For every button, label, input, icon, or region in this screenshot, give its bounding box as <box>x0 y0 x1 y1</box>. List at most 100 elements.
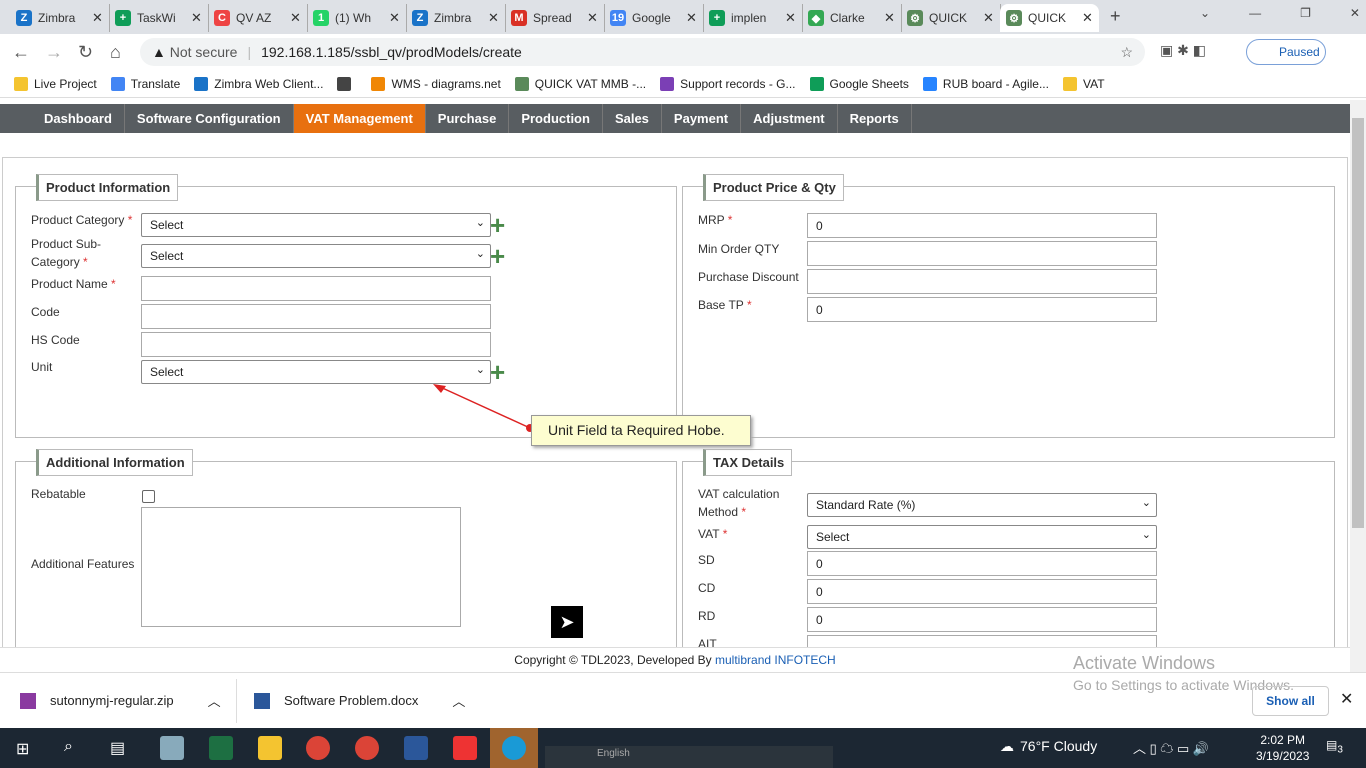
browser-tab[interactable]: ⚙ QUICK ✕ <box>1000 4 1099 32</box>
bookmark-item[interactable]: Live Project <box>14 76 97 91</box>
back-button[interactable]: ← <box>12 42 30 63</box>
menu-item[interactable]: Dashboard <box>32 104 125 133</box>
chevron-up-icon[interactable]: ︿ <box>452 691 465 710</box>
close-tab-icon[interactable]: ✕ <box>884 10 895 26</box>
bookmark-item[interactable]: RUB board - Agile... <box>922 76 1049 91</box>
bookmark-item[interactable]: Support records - G... <box>660 76 796 91</box>
browser-tab[interactable]: + TaskWi ✕ <box>109 4 209 32</box>
cd-input[interactable]: 0 <box>807 579 1157 604</box>
sd-input[interactable]: 0 <box>807 551 1157 576</box>
browser-tab[interactable]: Z Zimbra ✕ <box>406 4 506 32</box>
vat-method-select[interactable]: Standard Rate (%) ⌄ <box>807 493 1157 517</box>
home-button[interactable]: ⌂ <box>110 42 121 63</box>
bookmark-item[interactable]: Translate <box>110 76 180 91</box>
windows-start-icon[interactable]: ⊞ <box>16 739 29 759</box>
additional-features-textarea[interactable] <box>141 507 461 627</box>
close-tab-icon[interactable]: ✕ <box>488 10 499 26</box>
menu-item[interactable]: Reports <box>838 104 912 133</box>
browser-tab[interactable]: ⚙ QUICK ✕ <box>901 4 1001 32</box>
search-icon[interactable]: ⌕ <box>64 738 73 756</box>
close-tab-icon[interactable]: ✕ <box>1082 10 1093 26</box>
bookmark-item[interactable]: VAT <box>1062 76 1105 91</box>
base-tp-input[interactable]: 0 <box>807 297 1157 322</box>
profile-button[interactable]: Paused <box>1246 39 1326 65</box>
code-input[interactable] <box>141 304 491 329</box>
menu-item[interactable]: Adjustment <box>741 104 838 133</box>
close-tab-icon[interactable]: ✕ <box>191 10 202 26</box>
browser-tab[interactable]: M Spread ✕ <box>505 4 605 32</box>
notepad-icon[interactable] <box>160 736 184 760</box>
time: 2:02 PM <box>1260 733 1306 747</box>
product-subcategory-select[interactable]: Select ⌄ <box>141 244 491 268</box>
close-tab-icon[interactable]: ✕ <box>290 10 301 26</box>
excel-icon[interactable] <box>209 736 233 760</box>
url-text[interactable]: 192.168.1.185/ssbl_qv/prodModels/create <box>261 44 522 60</box>
browser-tab[interactable]: Z Zimbra ✕ <box>10 4 110 32</box>
bookmark-item[interactable]: WMS - diagrams.net <box>371 76 501 91</box>
menu-item[interactable]: Software Configuration <box>125 104 294 133</box>
tab-search-icon[interactable]: ⌄ <box>1200 6 1210 20</box>
show-all-button[interactable]: Show all <box>1252 686 1329 716</box>
min-order-qty-input[interactable] <box>807 241 1157 266</box>
browser-tab[interactable]: C QV AZ ✕ <box>208 4 308 32</box>
menu-item[interactable]: Sales <box>603 104 662 133</box>
bookmark-item[interactable]: Zimbra Web Client... <box>194 76 323 91</box>
download-item[interactable]: Software Problem.docx ︿ <box>254 691 465 710</box>
bookmark-item[interactable]: Google Sheets <box>809 76 909 91</box>
weather-widget[interactable]: ☁ 76°F Cloudy <box>1000 738 1097 755</box>
add-unit-button[interactable]: + <box>490 359 505 385</box>
close-tab-icon[interactable]: ✕ <box>983 10 994 26</box>
product-category-select[interactable]: Select ⌄ <box>141 213 491 237</box>
developer-link[interactable]: multibrand INFOTECH <box>715 653 836 667</box>
add-subcategory-button[interactable]: + <box>490 243 505 269</box>
scrollbar-thumb[interactable] <box>1352 118 1364 528</box>
word-icon[interactable] <box>404 736 428 760</box>
chrome-icon[interactable] <box>355 736 379 760</box>
page-scrollbar[interactable] <box>1350 100 1366 672</box>
vat-select[interactable]: Select ⌄ <box>807 525 1157 549</box>
menu-item[interactable]: Payment <box>662 104 742 133</box>
browser-tab[interactable]: + implen ✕ <box>703 4 803 32</box>
product-name-input[interactable] <box>141 276 491 301</box>
download-item[interactable]: sutonnymj-regular.zip ︿ <box>20 691 221 710</box>
close-tab-icon[interactable]: ✕ <box>389 10 400 26</box>
close-tab-icon[interactable]: ✕ <box>587 10 598 26</box>
close-downloads-button[interactable]: ✕ <box>1340 689 1353 709</box>
forward-button[interactable]: → <box>45 42 63 63</box>
task-view-icon[interactable]: ▤ <box>110 738 125 758</box>
url-bar[interactable]: ▲ Not secure | 192.168.1.185/ssbl_qv/pro… <box>140 38 1145 66</box>
clock[interactable]: 2:02 PM 3/19/2023 <box>1256 732 1309 764</box>
purchase-discount-input[interactable] <box>807 269 1157 294</box>
new-tab-button[interactable]: + <box>1110 6 1121 27</box>
close-window-button[interactable]: ✕ <box>1350 6 1360 20</box>
browser-tab[interactable]: ◆ Clarke ✕ <box>802 4 902 32</box>
chevron-up-icon[interactable]: ︿ <box>208 691 221 710</box>
close-tab-icon[interactable]: ✕ <box>785 10 796 26</box>
rebatable-checkbox[interactable] <box>142 490 155 503</box>
menu-item[interactable]: Production <box>509 104 603 133</box>
bookmark-item[interactable] <box>337 76 357 91</box>
browser-tab[interactable]: 19 Google ✕ <box>604 4 704 32</box>
add-category-button[interactable]: + <box>490 212 505 238</box>
rd-input[interactable]: 0 <box>807 607 1157 632</box>
extensions-icon[interactable]: ▣ ✱ ◧ <box>1160 42 1206 59</box>
bookmark-item[interactable]: QUICK VAT MMB -... <box>514 76 646 91</box>
reload-button[interactable]: ↻ <box>78 42 93 63</box>
browser-tab[interactable]: 1 (1) Wh ✕ <box>307 4 407 32</box>
menu-item[interactable]: Purchase <box>426 104 510 133</box>
bookmark-star-icon[interactable]: ☆ <box>1120 44 1133 61</box>
close-tab-icon[interactable]: ✕ <box>92 10 103 26</box>
restore-button[interactable]: ❐ <box>1300 6 1311 20</box>
minimize-button[interactable]: — <box>1249 6 1261 20</box>
mrp-input[interactable]: 0 <box>807 213 1157 238</box>
ait-input[interactable] <box>807 635 1157 647</box>
hs-code-input[interactable] <box>141 332 491 357</box>
chrome-icon[interactable] <box>306 736 330 760</box>
menu-item[interactable]: VAT Management <box>293 104 426 133</box>
file-explorer-icon[interactable] <box>258 736 282 760</box>
system-tray-icons[interactable]: ︿ ▯ ☁ ▭ 🔊 <box>1133 738 1209 757</box>
notifications-icon[interactable]: ▤3 <box>1326 738 1343 755</box>
edge-taskbar-button[interactable] <box>490 728 538 768</box>
close-tab-icon[interactable]: ✕ <box>686 10 697 26</box>
anydesk-icon[interactable] <box>453 736 477 760</box>
